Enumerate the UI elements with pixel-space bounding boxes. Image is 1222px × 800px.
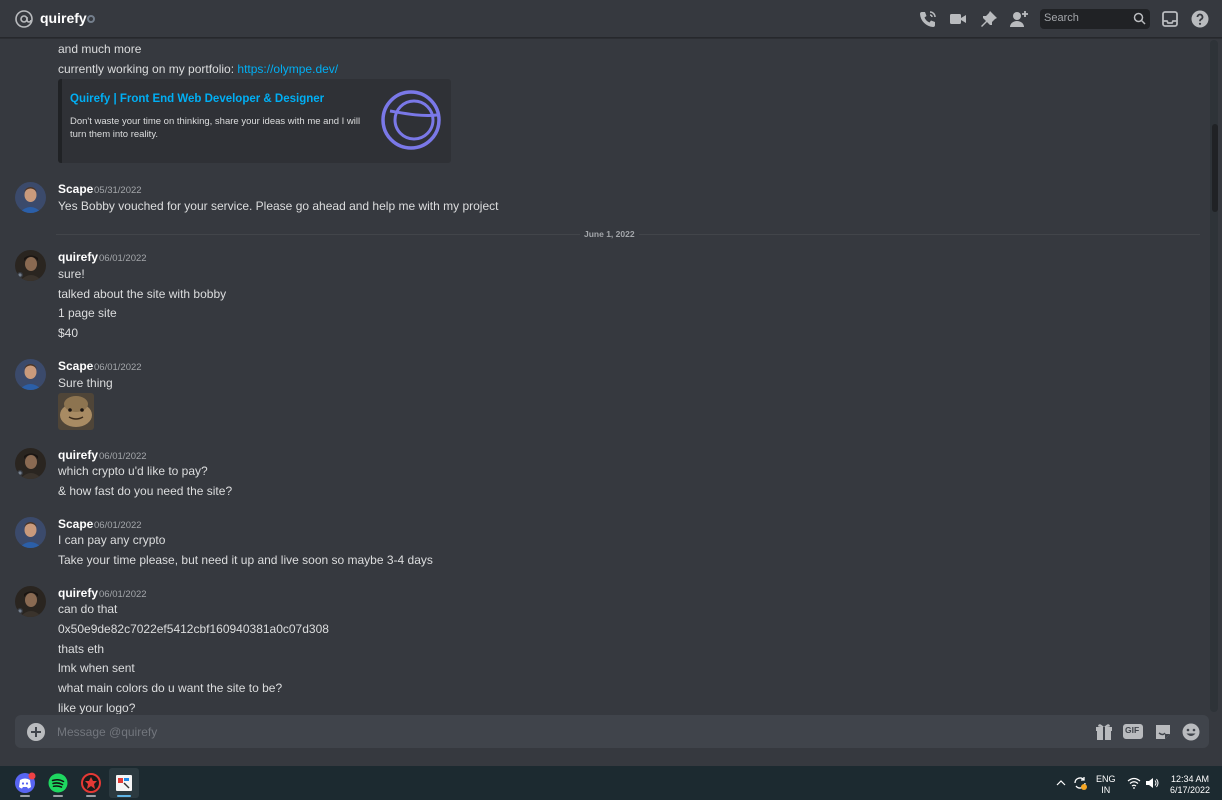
message-author[interactable]: Scape <box>58 359 93 373</box>
clock-date: 6/17/2022 <box>1169 785 1211 795</box>
search-placeholder: Search <box>1044 12 1079 24</box>
message-text: Sure thing <box>58 376 113 390</box>
portfolio-link[interactable]: https://olympe.dev/ <box>237 62 338 76</box>
paint-icon <box>116 775 132 791</box>
olympe-logo-icon[interactable] <box>380 89 442 151</box>
emoji-icon[interactable] <box>1181 722 1201 742</box>
message-input[interactable] <box>57 718 1087 745</box>
message-timestamp: 06/01/2022 <box>94 520 142 531</box>
spotify-taskbar-button[interactable] <box>43 768 73 798</box>
message-text: thats eth <box>58 642 105 656</box>
message-text: Take your time please, but need it up an… <box>58 553 433 567</box>
chevron-up-icon[interactable] <box>1056 778 1066 788</box>
message-text: 1 page site <box>58 306 117 320</box>
discord-taskbar-button[interactable] <box>10 768 40 798</box>
sync-icon[interactable] <box>1072 775 1088 791</box>
avatar[interactable] <box>15 182 46 213</box>
message-text: & how fast do you need the site? <box>58 484 233 498</box>
message-text: what main colors do u want the site to b… <box>58 681 283 695</box>
video-call-icon[interactable] <box>948 9 968 29</box>
avatar[interactable] <box>15 586 46 617</box>
active-indicator <box>117 795 131 797</box>
avatar[interactable] <box>15 250 46 281</box>
scrollbar-thumb[interactable] <box>1212 124 1218 212</box>
message-text: currently working on my portfolio: https… <box>58 62 339 76</box>
message-author[interactable]: quirefy <box>58 448 98 462</box>
message-timestamp: 06/01/2022 <box>94 362 142 373</box>
message-text: lmk when sent <box>58 661 135 675</box>
pin-icon[interactable] <box>979 9 999 29</box>
message-author[interactable]: Scape <box>58 517 93 531</box>
channel-header: quirefy Search <box>0 0 1222 38</box>
discord-window: quirefy Search and much more currently w… <box>0 0 1222 766</box>
message-text: 0x50e9de82c7022ef5412cbf160940381a0c07d3… <box>58 622 329 636</box>
language-code: ENG <box>1096 774 1116 784</box>
link-embed: Quirefy | Front End Web Developer & Desi… <box>58 79 451 163</box>
running-indicator <box>86 795 96 797</box>
message-timestamp: 06/01/2022 <box>99 253 147 264</box>
message-text: like your logo? <box>58 701 136 714</box>
sticker-image[interactable] <box>58 393 94 430</box>
message-author[interactable]: quirefy <box>58 586 98 600</box>
date-divider-label: June 1, 2022 <box>580 229 639 239</box>
message-list[interactable]: and much more currently working on my po… <box>0 38 1210 714</box>
red-app-taskbar-button[interactable] <box>76 768 106 798</box>
message-author[interactable]: quirefy <box>58 250 98 264</box>
avatar[interactable] <box>15 517 46 548</box>
red-app-icon <box>81 773 101 793</box>
clock[interactable]: 12:34 AM 6/17/2022 <box>1168 774 1212 796</box>
message-text: $40 <box>58 326 79 340</box>
message-timestamp: 05/31/2022 <box>94 185 142 196</box>
message-text: talked about the site with bobby <box>58 287 227 301</box>
clock-time: 12:34 AM <box>1170 774 1210 784</box>
embed-title[interactable]: Quirefy | Front End Web Developer & Desi… <box>70 93 324 105</box>
message-timestamp: 06/01/2022 <box>99 589 147 600</box>
language-indicator[interactable]: ENG IN <box>1096 774 1116 796</box>
message-composer: GIF <box>15 715 1209 748</box>
avatar[interactable] <box>15 448 46 479</box>
message-timestamp: 06/01/2022 <box>99 451 147 462</box>
spotify-icon <box>48 773 68 793</box>
running-indicator <box>53 795 63 797</box>
volume-icon[interactable] <box>1145 777 1159 789</box>
add-member-icon[interactable] <box>1009 9 1029 29</box>
gif-label: GIF <box>1125 725 1140 735</box>
channel-title: quirefy <box>40 10 87 26</box>
wifi-icon[interactable] <box>1127 777 1141 789</box>
message-text: sure! <box>58 267 85 281</box>
inbox-icon[interactable] <box>1160 9 1180 29</box>
sticker-icon[interactable] <box>1153 722 1173 742</box>
avatar[interactable] <box>15 359 46 390</box>
embed-description: Don't waste your time on thinking, share… <box>70 116 361 140</box>
message-text: can do that <box>58 602 118 616</box>
gif-button[interactable]: GIF <box>1123 724 1143 739</box>
windows-taskbar: ENG IN 12:34 AM 6/17/2022 <box>0 766 1222 800</box>
running-indicator <box>20 795 30 797</box>
message-text: I can pay any crypto <box>58 533 166 547</box>
attach-plus-icon[interactable] <box>27 723 45 741</box>
search-box[interactable]: Search <box>1040 9 1150 29</box>
paint-taskbar-button[interactable] <box>109 768 139 798</box>
message-text: and much more <box>58 42 142 56</box>
message-text: Yes Bobby vouched for your service. Plea… <box>58 199 499 213</box>
message-text: which crypto u'd like to pay? <box>58 464 208 478</box>
help-icon[interactable] <box>1190 9 1210 29</box>
discord-icon <box>15 772 36 793</box>
search-icon <box>1133 12 1146 25</box>
phone-call-icon[interactable] <box>918 9 938 29</box>
status-indicator-icon <box>87 15 95 23</box>
at-icon <box>15 10 33 28</box>
message-author[interactable]: Scape <box>58 182 93 196</box>
region-code: IN <box>1101 785 1111 795</box>
gift-icon[interactable] <box>1094 722 1114 742</box>
